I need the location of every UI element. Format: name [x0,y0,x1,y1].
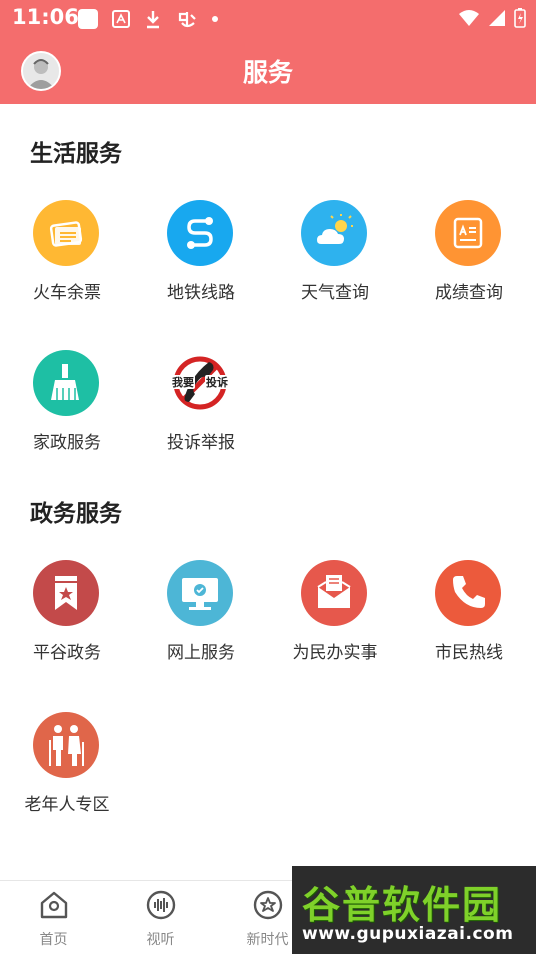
service-subway-lines[interactable]: 地铁线路 [134,200,268,320]
wifi-icon [458,9,480,27]
signal-icon [488,9,506,27]
watermark-url: www.gupuxiazai.com [302,924,514,944]
service-label: 家政服务 [33,433,101,453]
download-icon [144,9,162,29]
monitor-check-icon [167,560,233,626]
elderly-couple-icon [33,712,99,778]
service-label: 投诉举报 [167,433,235,453]
phone-icon [435,560,501,626]
tab-label: 视听 [146,932,175,948]
route-icon [167,200,233,266]
service-elderly[interactable]: 老年人专区 [0,712,134,832]
complaint-badge-left: 我要 [172,375,194,389]
service-hotline[interactable]: 市民热线 [402,560,536,680]
tab-audio-video[interactable]: 视听 [107,881,214,954]
service-label: 火车余票 [33,283,101,303]
status-bar: 11:06 [0,0,536,36]
bookmark-star-icon [33,560,99,626]
service-label: 为民办实事 [292,643,378,663]
report-card-icon [435,200,501,266]
service-label: 天气查询 [301,283,369,303]
watermark-title: 谷普软件园 [302,883,503,927]
status-time: 11:06 [12,5,79,29]
service-label: 成绩查询 [435,283,503,303]
service-pinggu-gov[interactable]: 平谷政务 [0,560,134,680]
service-label: 地铁线路 [167,283,235,303]
audio-wave-icon [145,889,177,921]
service-label: 平谷政务 [33,643,101,663]
star-circle-icon [252,889,284,921]
service-housekeeping[interactable]: 家政服务 [0,350,134,470]
service-label: 老年人专区 [24,795,110,815]
service-online[interactable]: 网上服务 [134,560,268,680]
service-complaint[interactable]: 我要 投诉 投诉举报 [134,350,268,470]
square-app-icon [78,9,98,29]
complaint-phone-icon: 我要 投诉 [167,350,233,416]
page-title: 服务 [242,58,293,87]
app-icon [176,9,198,29]
service-label: 网上服务 [167,643,235,663]
dot-icon [212,16,218,22]
complaint-badge-right: 投诉 [206,375,228,389]
broom-icon [33,350,99,416]
service-for-people[interactable]: 为民办实事 [268,560,402,680]
system-icons [458,7,526,29]
tab-home[interactable]: 首页 [0,881,107,954]
service-label: 市民热线 [435,643,503,663]
font-app-icon [112,10,130,28]
service-train-tickets[interactable]: 火车余票 [0,200,134,320]
service-score-query[interactable]: 成绩查询 [402,200,536,320]
envelope-icon [301,560,367,626]
tab-label: 首页 [39,932,68,948]
site-watermark: 谷普软件园 www.gupuxiazai.com [292,866,536,954]
battery-charging-icon [514,8,526,28]
section-title-life: 生活服务 [30,141,122,167]
section-title-gov: 政务服务 [30,501,122,527]
service-weather[interactable]: 天气查询 [268,200,402,320]
weather-icon [301,200,367,266]
notification-icons [78,8,218,30]
ticket-icon [33,200,99,266]
app-header: 服务 [0,36,536,104]
home-icon [38,889,70,921]
